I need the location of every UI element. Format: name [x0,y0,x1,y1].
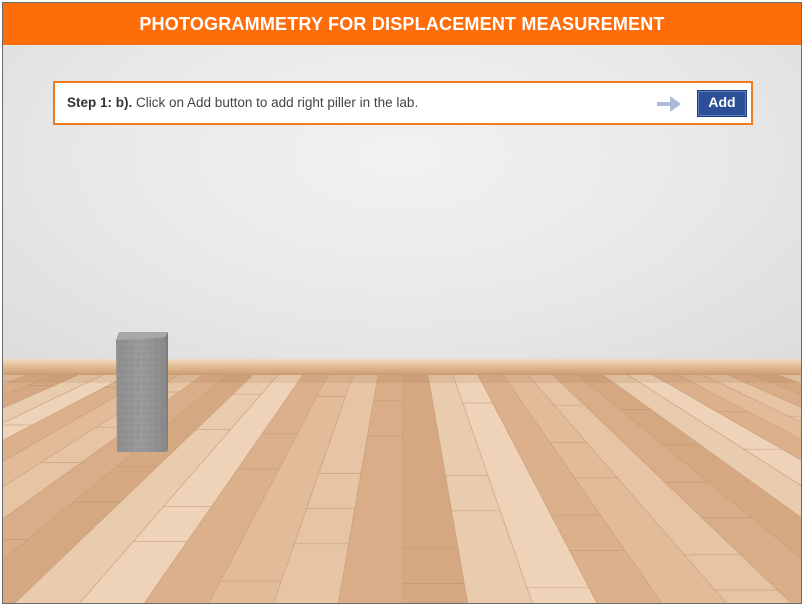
add-button[interactable]: Add [697,90,747,117]
instruction-box: Step 1: b). Click on Add button to add r… [53,81,753,125]
page-title: PHOTOGRAMMETRY FOR DISPLACEMENT MEASUREM… [3,3,801,45]
arrow-right-icon [655,92,683,116]
instruction-text: Step 1: b). Click on Add button to add r… [67,83,418,123]
left-pillar [113,328,168,452]
step-label: Step 1: b). [67,95,133,110]
step-description: Click on Add button to add right piller … [132,95,419,110]
app-frame: PHOTOGRAMMETRY FOR DISPLACEMENT MEASUREM… [2,2,802,604]
